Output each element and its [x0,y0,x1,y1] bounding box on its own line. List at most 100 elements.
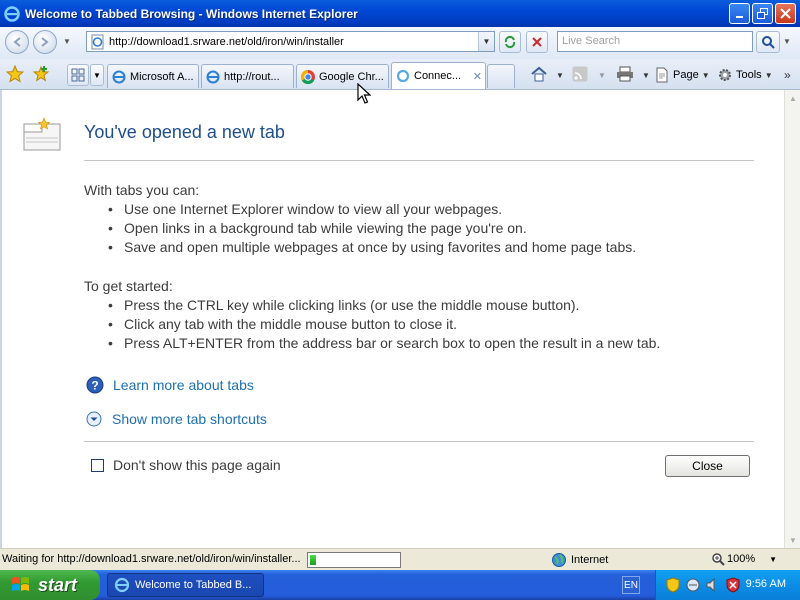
tab-close-icon[interactable]: ✕ [470,70,482,83]
list-item: • Open links in a background tab while vi… [108,220,636,239]
tab-connecting[interactable]: Connec... ✕ [391,62,486,89]
stop-icon [532,37,542,47]
dont-show-checkbox[interactable] [91,458,104,472]
zoom-icon [712,553,725,566]
ie-page-icon [206,70,220,83]
divider [84,441,754,442]
list-item: • Click any tab with the middle mouse but… [108,316,660,335]
network-icon[interactable] [685,577,701,593]
zoom-control[interactable]: 100% ▼ [711,552,777,566]
back-button[interactable] [5,30,29,54]
zoom-level: 100% [727,553,756,565]
getting-started-intro: To get started: [84,278,173,294]
new-tab-button[interactable] [487,64,515,88]
stop-button[interactable] [526,31,548,53]
ie-page-icon [91,34,104,49]
tab-bar: ▼ Microsoft A... http://rout... Google C… [0,59,800,90]
ie-logo-icon [4,5,20,22]
start-label: start [38,574,78,595]
scroll-up-icon[interactable]: ▲ [785,90,800,106]
search-button[interactable] [756,31,780,53]
tab-label: Microsoft A... [130,70,194,83]
globe-icon [552,553,566,567]
feeds-dropdown-icon[interactable]: ▼ [595,65,606,85]
address-url[interactable]: http://download1.srware.net/old/iron/win… [109,36,478,48]
list-item-text: Open links in a background tab while vie… [124,220,527,236]
forward-arrow-icon [41,37,49,47]
restore-button[interactable] [752,3,773,24]
dont-show-label[interactable]: Don't show this page again [113,457,281,473]
mouse-cursor-icon [357,83,371,104]
page-menu-label: Page [673,69,699,81]
tab-label: Connec... [414,70,462,82]
list-item: • Press ALT+ENTER from the address bar or… [108,335,660,354]
refresh-icon [504,35,516,49]
home-icon[interactable] [530,66,548,82]
volume-icon[interactable] [705,577,721,593]
page-menu[interactable]: Page ▼ [654,65,710,85]
history-dropdown-icon[interactable]: ▼ [63,37,71,46]
tab-google-chrome[interactable]: Google Chr... [296,64,389,88]
ie-logo-icon [114,577,130,593]
start-button[interactable]: start [0,570,100,600]
window-title: Welcome to Tabbed Browsing - Windows Int… [25,6,358,21]
scroll-down-icon[interactable]: ▼ [785,532,800,548]
taskbar-item-label: Welcome to Tabbed B... [135,579,252,591]
close-window-button[interactable] [775,3,796,24]
search-input[interactable]: Live Search [557,31,753,52]
status-bar: Waiting for http://download1.srware.net/… [0,548,800,570]
gear-icon [719,69,731,81]
home-dropdown-icon[interactable]: ▼ [553,65,564,85]
with-tabs-intro: With tabs you can: [84,182,200,198]
restore-icon [757,8,768,19]
clock: 9:56 AM [745,578,786,590]
tab-microsoft[interactable]: Microsoft A... [107,64,199,88]
learn-more-link-text[interactable]: Learn more about tabs [113,377,254,393]
learn-more-link[interactable]: ? Learn more about tabs [86,376,254,394]
more-commands-icon[interactable]: » [784,65,791,85]
print-dropdown-icon[interactable]: ▼ [639,65,650,85]
show-shortcuts-link[interactable]: Show more tab shortcuts [86,411,267,427]
favorites-star-icon[interactable] [6,65,24,83]
list-item-text: Press ALT+ENTER from the address bar or … [124,335,661,351]
language-indicator[interactable]: EN [622,576,640,594]
search-icon [762,36,775,49]
alert-shield-icon[interactable] [725,577,741,593]
search-options-icon[interactable]: ▼ [783,37,791,46]
minimize-button[interactable] [729,3,750,24]
taskbar: start Welcome to Tabbed B... EN 9:56 AM [0,570,800,600]
tab-list-dropdown[interactable]: ▼ [90,64,104,86]
tab-label: Google Chr... [319,70,384,83]
svg-text:?: ? [91,379,98,393]
dont-show-option[interactable]: Don't show this page again [91,457,281,473]
add-favorite-icon[interactable] [32,65,50,83]
back-arrow-icon [13,37,21,47]
new-tab-icon [23,117,61,151]
tools-dropdown-icon: ▼ [764,70,773,80]
title-bar: Welcome to Tabbed Browsing - Windows Int… [0,0,800,27]
page-content: You've opened a new tab With tabs you ca… [0,90,784,548]
page-dropdown-icon: ▼ [701,70,710,80]
security-zone[interactable]: Internet [551,552,608,568]
tools-menu[interactable]: Tools ▼ [717,65,773,85]
tab-label: http://rout... [224,70,280,83]
print-icon[interactable] [616,66,634,82]
list-item: • Press the CTRL key while clicking links… [108,297,660,316]
security-shield-icon[interactable] [665,577,681,593]
vertical-scrollbar[interactable]: ▲ ▼ [784,90,800,548]
close-button[interactable]: Close [665,455,750,477]
show-shortcuts-link-text[interactable]: Show more tab shortcuts [112,411,267,427]
status-text: Waiting for http://download1.srware.net/… [2,553,301,565]
zoom-dropdown-icon[interactable]: ▼ [769,555,777,564]
tab-http-rout[interactable]: http://rout... [201,64,294,88]
list-item-text: Click any tab with the middle mouse butt… [124,316,458,332]
address-dropdown-button[interactable]: ▼ [478,32,494,51]
close-icon [780,8,791,19]
address-input[interactable]: http://download1.srware.net/old/iron/win… [86,31,495,52]
quick-tabs-button[interactable] [67,64,89,86]
taskbar-window-item[interactable]: Welcome to Tabbed B... [107,573,264,597]
divider [84,160,754,161]
refresh-button[interactable] [499,31,521,53]
rss-feed-icon[interactable] [572,66,588,82]
forward-button[interactable] [33,30,57,54]
